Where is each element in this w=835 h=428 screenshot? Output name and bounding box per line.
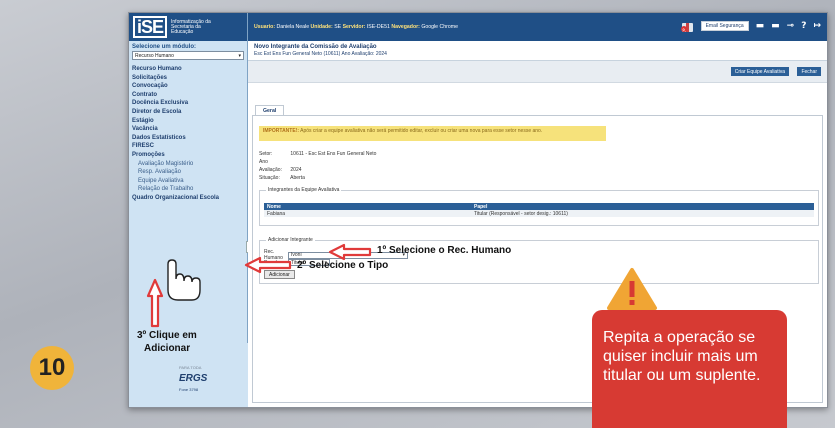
gift-badge: 0	[680, 26, 687, 32]
arrow-step1	[328, 243, 372, 261]
hand-cursor-icon	[167, 259, 201, 301]
alert-triangle-icon	[607, 268, 657, 310]
callout-text: Repita a operação se quiser incluir mais…	[603, 329, 761, 384]
arrow-step2	[244, 256, 292, 274]
step1-label: 1º Selecione o Rec. Humano	[377, 245, 512, 256]
step2-label: 2º Selecione o Tipo	[297, 260, 389, 271]
step3-label-line2: Adicionar	[144, 343, 191, 354]
arrow-step3	[146, 278, 164, 328]
repeat-callout: Repita a operação se quiser incluir mais…	[592, 310, 787, 428]
step-number-badge: 10	[30, 346, 74, 390]
step3-label-line1: 3º Clique em	[137, 330, 197, 341]
